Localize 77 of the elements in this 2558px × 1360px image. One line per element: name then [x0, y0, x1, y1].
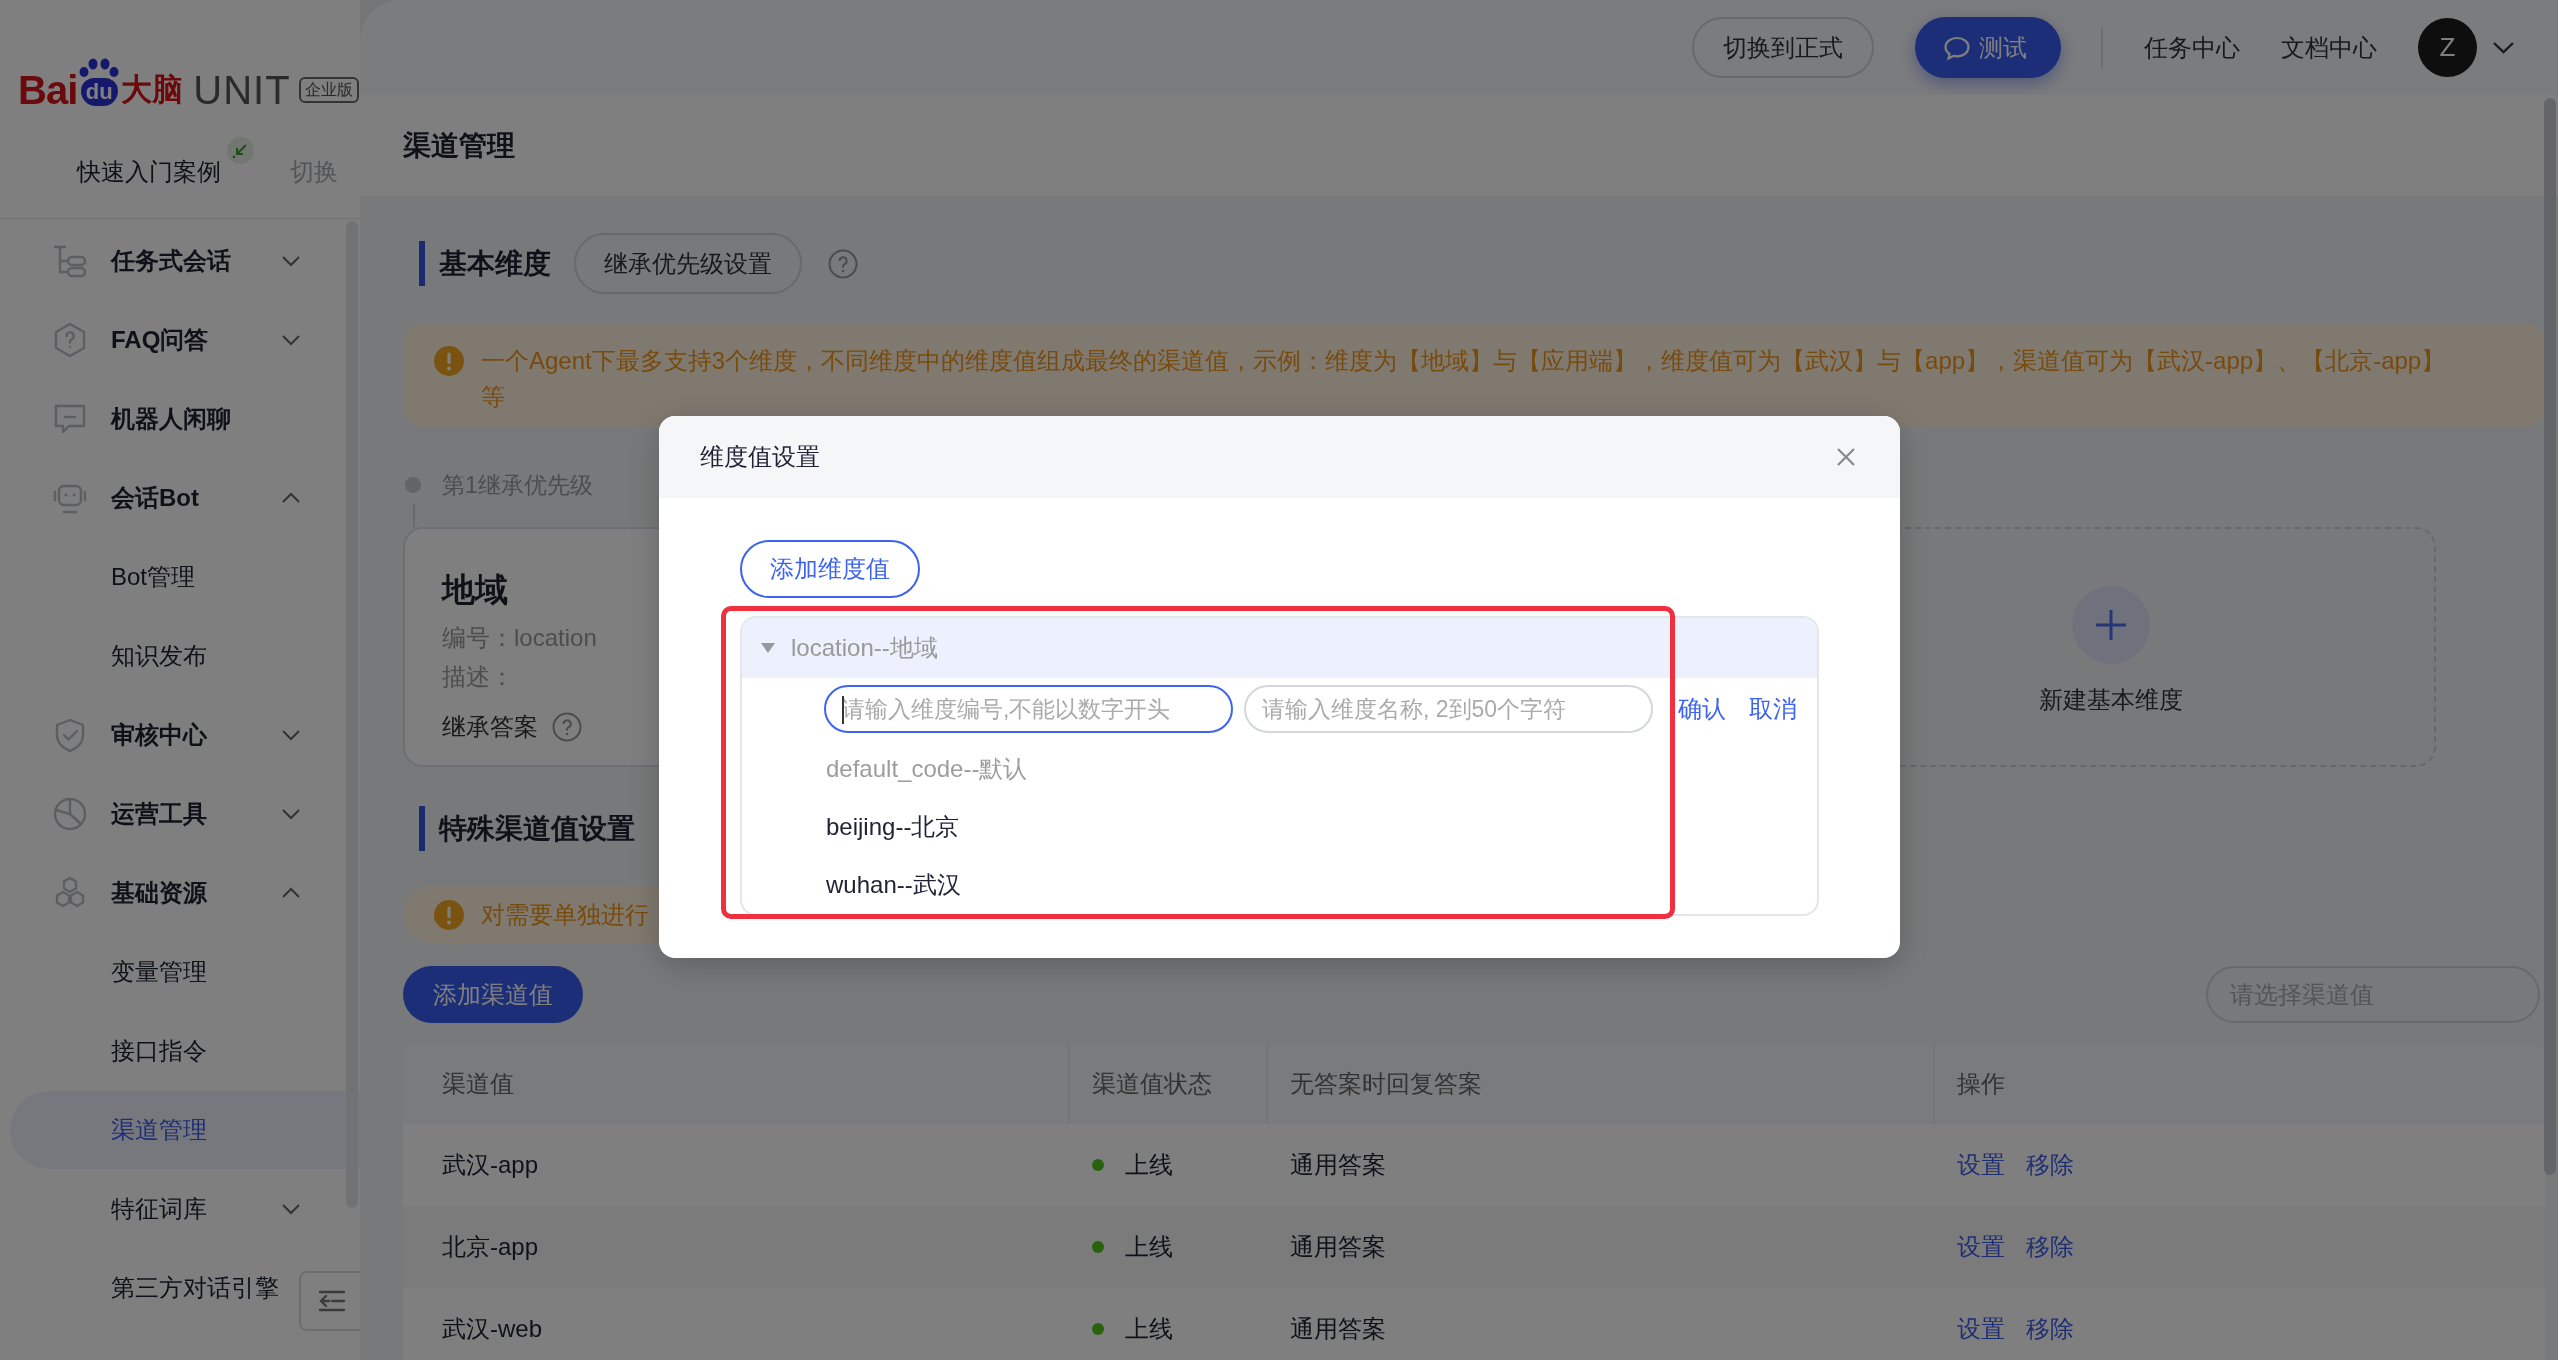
accent-bar	[419, 241, 425, 286]
page-title: 渠道管理	[403, 128, 515, 163]
sidebar-item[interactable]: 机器人闲聊	[10, 380, 360, 458]
dimension-name: 地域	[442, 570, 508, 610]
column-header: 无答案时回复答案	[1290, 1069, 1482, 1099]
notice-text: 一个Agent下最多支持3个维度，不同维度中的维度值组成最终的渠道值，示例：维度为【地域】与【应用端】，维度值可为【武汉】与【app】，渠道值可为【武汉-app】、【北京-app】等	[481, 346, 2447, 412]
scrollbar-thumb[interactable]	[2544, 98, 2556, 1175]
status-label: 上线	[1125, 1150, 1173, 1180]
help-icon[interactable]	[828, 248, 858, 279]
help-icon[interactable]	[552, 712, 582, 742]
sidebar-item[interactable]: 特征词库	[10, 1170, 360, 1248]
logo-text: 大脑	[121, 74, 184, 106]
switch-mode-button[interactable]: 切换到正式	[1692, 17, 1874, 78]
tree-item[interactable]: beijing--北京	[826, 811, 960, 843]
confirm-link[interactable]: 确认	[1678, 693, 1726, 725]
tree-item[interactable]: wuhan--武汉	[826, 869, 961, 901]
table-cell-text: 通用答案	[1290, 1232, 1386, 1262]
warning-icon	[434, 346, 464, 376]
table-cell-text: 通用答案	[1290, 1150, 1386, 1180]
menu-fold-icon	[317, 1289, 347, 1313]
collapse-button[interactable]	[299, 1271, 363, 1331]
sidebar-item[interactable]: 任务式会话	[10, 222, 360, 300]
section-title: 基本维度	[439, 246, 551, 281]
section-title: 特殊渠道值设置	[439, 811, 635, 846]
plus-icon	[2071, 586, 2150, 664]
dialog-title: 维度值设置	[700, 442, 820, 472]
sidebar-item[interactable]: 渠道管理	[10, 1091, 360, 1169]
remove-link[interactable]: 移除	[2026, 1231, 2074, 1263]
add-channel-button[interactable]: 添加渠道值	[403, 966, 583, 1023]
hexagon-question-icon	[52, 322, 88, 358]
product-name: UNIT	[193, 74, 291, 106]
inherit-label: 继承答案	[442, 712, 538, 742]
paw-icon	[78, 58, 121, 78]
table-cell-text: 北京-app	[442, 1232, 539, 1262]
column-header: 操作	[1957, 1069, 2005, 1099]
sidebar-item[interactable]: 知识发布	[10, 617, 360, 695]
sidebar-item[interactable]: 运营工具	[10, 775, 360, 853]
column-header: 渠道值	[442, 1069, 514, 1099]
new-dimension-label: 新建基本维度	[2038, 685, 2183, 715]
quick-start-link[interactable]: 快速入门案例	[77, 156, 221, 188]
code-input[interactable]: 请输入维度编号,不能以数字开头	[824, 685, 1233, 733]
table-cell-text: 武汉-app	[442, 1150, 539, 1180]
remove-link[interactable]: 移除	[2026, 1149, 2074, 1181]
status-label: 上线	[1125, 1314, 1173, 1344]
chat-icon	[1943, 34, 1971, 61]
logo-text: Bai	[18, 74, 78, 106]
sidebar-item[interactable]: 审核中心	[10, 696, 360, 774]
sidebar-item[interactable]: 基础资源	[10, 854, 360, 932]
flowchart-icon	[52, 243, 88, 279]
accent-bar	[419, 806, 425, 851]
sidebar-item[interactable]: 会话Bot	[10, 459, 360, 537]
edition-badge: 企业版	[298, 77, 359, 103]
table-cell-text: 通用答案	[1290, 1314, 1386, 1344]
avatar[interactable]: Z	[2418, 18, 2477, 77]
priority-settings-button[interactable]: 继承优先级设置	[574, 233, 802, 294]
sidebar-item[interactable]: FAQ问答	[10, 301, 360, 379]
table-cell-text: 武汉-web	[442, 1314, 543, 1344]
settings-link[interactable]: 设置	[1957, 1231, 2005, 1263]
settings-link[interactable]: 设置	[1957, 1313, 2005, 1345]
sidebar-item[interactable]: 接口指令	[10, 1012, 360, 1090]
chevron-down-icon[interactable]	[2492, 41, 2515, 54]
nav-link[interactable]: 任务中心	[2144, 31, 2240, 64]
nav-link[interactable]: 文档中心	[2281, 31, 2377, 64]
notice-text: 对需要单独进行	[481, 899, 649, 930]
status-label: 上线	[1125, 1232, 1173, 1262]
sidebar-item[interactable]: 变量管理	[10, 933, 360, 1011]
column-header: 渠道值状态	[1092, 1069, 1212, 1099]
logo-mark: du	[80, 78, 118, 106]
remove-link[interactable]: 移除	[2026, 1313, 2074, 1345]
pie-chart-icon	[52, 796, 88, 832]
test-button[interactable]: 测试	[1915, 17, 2061, 78]
add-value-button[interactable]: 添加维度值	[740, 540, 920, 598]
name-input[interactable]: 请输入维度名称, 2到50个字符	[1244, 685, 1653, 733]
warning-icon	[434, 899, 464, 930]
sidebar-item[interactable]: Bot管理	[10, 538, 360, 616]
settings-link[interactable]: 设置	[1957, 1149, 2005, 1181]
tree-node[interactable]: location--地域	[742, 618, 1817, 678]
